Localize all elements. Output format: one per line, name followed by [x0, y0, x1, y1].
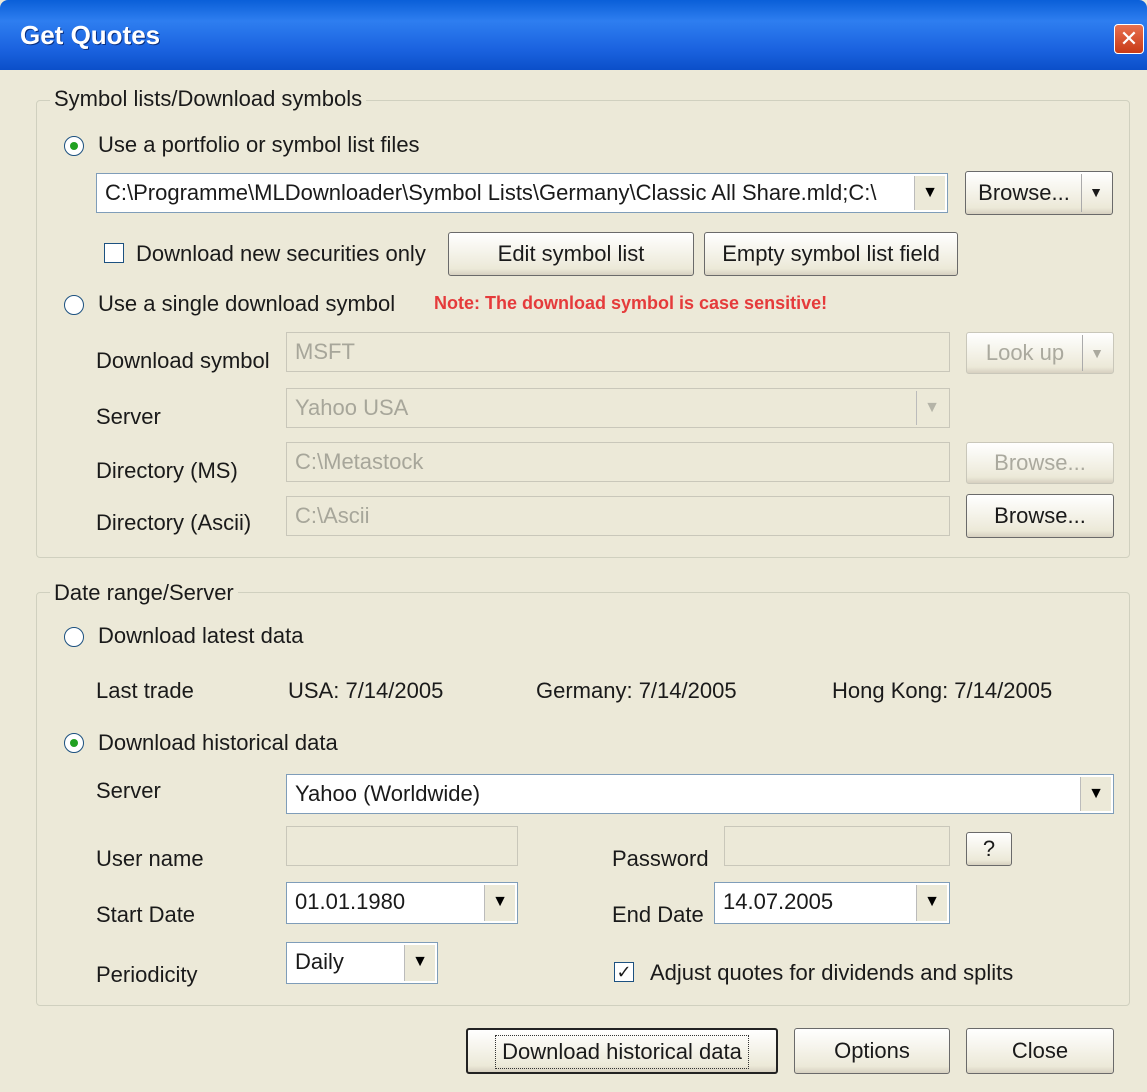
historical-server-value: Yahoo (Worldwide): [295, 781, 481, 806]
dir-ascii-value: C:\Ascii: [295, 503, 370, 528]
chevron-down-icon[interactable]: ▼: [916, 885, 947, 921]
chevron-down-icon[interactable]: ▼: [484, 885, 515, 921]
last-trade-germany: Germany: 7/14/2005: [536, 678, 737, 703]
end-date-picker[interactable]: 14.07.2005 ▼: [714, 882, 950, 924]
close-button[interactable]: Close: [966, 1028, 1114, 1074]
date-range-legend: Date range/Server: [50, 580, 238, 606]
single-symbol-radio[interactable]: [64, 295, 84, 315]
empty-symbol-list-button[interactable]: Empty symbol list field: [704, 232, 958, 276]
browse-ms-button[interactable]: Browse...: [966, 442, 1114, 484]
adjust-quotes-label[interactable]: Adjust quotes for dividends and splits: [650, 960, 1013, 986]
chevron-down-icon[interactable]: ▼: [1082, 335, 1111, 371]
dir-ascii-label: Directory (Ascii): [96, 510, 252, 535]
download-symbol-input[interactable]: MSFT: [286, 332, 950, 372]
start-date-picker[interactable]: 01.01.1980 ▼: [286, 882, 518, 924]
symbol-server-value: Yahoo USA: [295, 395, 409, 420]
download-latest-label[interactable]: Download latest data: [98, 623, 303, 649]
end-date-label: End Date: [612, 902, 704, 927]
dir-ascii-input[interactable]: C:\Ascii: [286, 496, 950, 536]
download-historical-button-label: Download historical data: [495, 1035, 749, 1069]
end-date-value: 14.07.2005: [723, 889, 834, 914]
portfolio-path-combobox[interactable]: C:\Programme\MLDownloader\Symbol Lists\G…: [96, 173, 948, 213]
portfolio-path-value: C:\Programme\MLDownloader\Symbol Lists\G…: [105, 180, 877, 205]
password-input[interactable]: [724, 826, 950, 866]
browse-ascii-button[interactable]: Browse...: [966, 494, 1114, 538]
last-trade-usa: USA: 7/14/2005: [288, 678, 444, 703]
lookup-button[interactable]: Look up ▼: [966, 332, 1114, 374]
chevron-down-icon[interactable]: ▼: [1080, 777, 1111, 811]
download-new-only-checkbox[interactable]: [104, 243, 124, 263]
last-trade-label: Last trade: [96, 678, 194, 703]
dir-ms-label: Directory (MS): [96, 458, 238, 483]
download-new-only-label[interactable]: Download new securities only: [136, 241, 426, 267]
close-window-icon[interactable]: ✕: [1114, 24, 1144, 54]
start-date-label: Start Date: [96, 902, 196, 927]
last-trade-hongkong: Hong Kong: 7/14/2005: [832, 678, 1053, 703]
download-latest-radio[interactable]: [64, 627, 84, 647]
password-label: Password: [612, 846, 709, 871]
case-sensitive-note: Note: The download symbol is case sensit…: [434, 293, 828, 313]
dir-ms-input[interactable]: C:\Metastock: [286, 442, 950, 482]
historical-server-label: Server: [96, 778, 161, 803]
historical-server-select[interactable]: Yahoo (Worldwide) ▼: [286, 774, 1114, 814]
browse-portfolio-label: Browse...: [978, 180, 1070, 205]
user-name-input[interactable]: [286, 826, 518, 866]
chevron-down-icon[interactable]: ▼: [914, 176, 945, 210]
chevron-down-icon[interactable]: ▼: [1081, 174, 1110, 212]
edit-symbol-list-button[interactable]: Edit symbol list: [448, 232, 694, 276]
download-symbol-label: Download symbol: [96, 348, 270, 373]
lookup-label: Look up: [985, 340, 1065, 365]
use-portfolio-label[interactable]: Use a portfolio or symbol list files: [98, 132, 420, 158]
chevron-down-icon[interactable]: ▼: [404, 945, 435, 981]
download-historical-label[interactable]: Download historical data: [98, 730, 338, 756]
options-button[interactable]: Options: [794, 1028, 950, 1074]
periodicity-label: Periodicity: [96, 962, 198, 987]
periodicity-value: Daily: [295, 949, 344, 974]
download-historical-radio[interactable]: [64, 733, 84, 753]
get-quotes-dialog: Get Quotes ✕ Symbol lists/Download symbo…: [0, 0, 1147, 1092]
symbol-server-select[interactable]: Yahoo USA ▼: [286, 388, 950, 428]
chevron-down-icon[interactable]: ▼: [916, 391, 947, 425]
periodicity-select[interactable]: Daily ▼: [286, 942, 438, 984]
start-date-value: 01.01.1980: [295, 889, 406, 914]
title-bar[interactable]: Get Quotes ✕: [0, 0, 1147, 70]
download-symbol-value: MSFT: [295, 339, 355, 364]
help-button[interactable]: ?: [966, 832, 1012, 866]
download-historical-button[interactable]: Download historical data: [466, 1028, 778, 1074]
window-title: Get Quotes: [20, 20, 161, 50]
single-symbol-label[interactable]: Use a single download symbol: [98, 291, 395, 317]
browse-portfolio-button[interactable]: Browse... ▼: [965, 171, 1113, 215]
use-portfolio-radio[interactable]: [64, 136, 84, 156]
dir-ms-value: C:\Metastock: [295, 449, 424, 474]
user-name-label: User name: [96, 846, 204, 871]
adjust-quotes-checkbox[interactable]: ✓: [614, 962, 634, 982]
server-label: Server: [96, 404, 161, 429]
symbols-group-legend: Symbol lists/Download symbols: [50, 86, 367, 112]
symbols-group: [36, 100, 1130, 558]
